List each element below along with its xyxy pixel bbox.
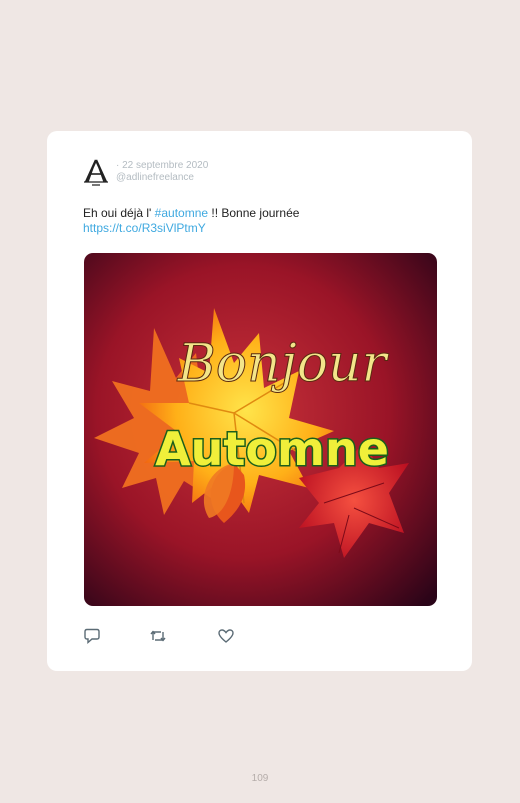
tweet-text-prefix: Eh oui déjà l' [83, 206, 155, 220]
tweet-url-link[interactable]: https://t.co/R3siVlPtmY [83, 221, 206, 235]
like-button[interactable] [217, 627, 235, 645]
retweet-icon [150, 630, 166, 642]
image-title-line1: Bonjour [177, 334, 390, 394]
tweet-handle[interactable]: @adlinefreelance [116, 172, 208, 184]
avatar[interactable] [83, 158, 109, 188]
tweet-text: Eh oui déjà l' #automne !! Bonne journée… [83, 206, 443, 236]
image-title-line2: Automne [155, 422, 389, 476]
hashtag-link[interactable]: #automne [155, 206, 208, 220]
tweet-card: · 22 septembre 2020 @adlinefreelance Eh … [47, 131, 472, 671]
tweet-text-suffix: !! Bonne journée [208, 206, 300, 220]
tweet-image[interactable]: Bonjour Automne [84, 253, 437, 606]
tweet-actions [83, 627, 283, 645]
page-number: 109 [251, 773, 269, 784]
reply-button[interactable] [83, 627, 101, 645]
reply-icon [84, 628, 100, 645]
tweet-meta: · 22 septembre 2020 @adlinefreelance [116, 160, 208, 184]
logo-icon [84, 159, 108, 186]
retweet-button[interactable] [149, 627, 167, 645]
heart-icon [218, 629, 234, 643]
tweet-date: · 22 septembre 2020 [116, 160, 209, 171]
